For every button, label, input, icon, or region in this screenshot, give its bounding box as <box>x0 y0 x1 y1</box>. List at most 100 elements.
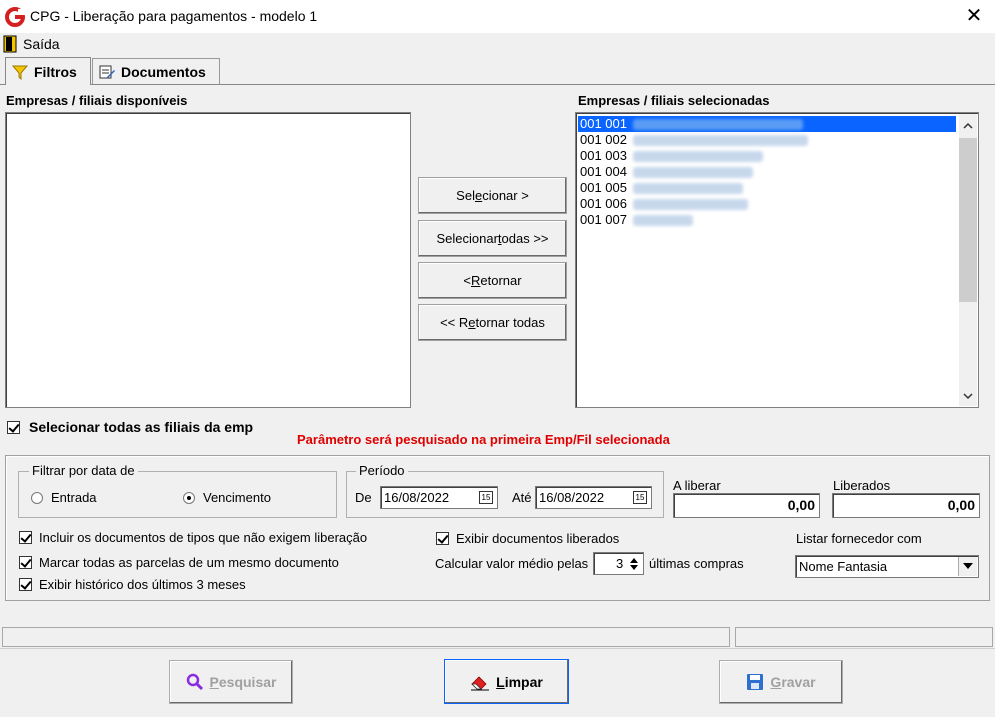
redacted-name <box>633 135 808 147</box>
door-exit-icon <box>3 35 17 53</box>
list-item-code: 001 004 <box>580 164 627 179</box>
spin-arrows-icon[interactable] <box>628 556 640 572</box>
list-item[interactable]: 001 007 <box>578 212 956 228</box>
mark-all-checkbox[interactable]: Marcar todas as parcelas de um mesmo doc… <box>19 555 339 570</box>
chevron-up-icon[interactable] <box>963 122 973 130</box>
calendar-icon[interactable]: 15 <box>479 491 493 504</box>
return-button[interactable]: < Retornar <box>418 262 567 299</box>
chevron-down-icon <box>963 563 973 569</box>
list-item-code: 001 005 <box>580 180 627 195</box>
select-button[interactable]: Sel e cionar > <box>418 177 567 214</box>
include-docs-checkbox[interactable]: Incluir os documentos de tipos que não e… <box>19 530 367 545</box>
selected-list[interactable]: 001 001 001 002 001 003 001 004 001 005 … <box>575 112 979 408</box>
mark-all-label: Marcar todas as parcelas de um mesmo doc… <box>39 555 339 570</box>
save-label-a: G <box>770 674 782 690</box>
return-label-a: < <box>463 273 471 288</box>
show-released-label: Exibir documentos liberados <box>456 531 620 546</box>
calendar-icon[interactable]: 15 <box>633 491 647 504</box>
list-item[interactable]: 001 001 <box>578 116 956 132</box>
select-button-label-b: e <box>474 188 483 203</box>
app-logo-icon <box>5 7 25 27</box>
floppy-disk-icon <box>747 674 764 690</box>
return-all-label-a: << R <box>440 315 469 330</box>
return-all-button[interactable]: << Re tornar todas <box>418 304 567 341</box>
notepad-icon <box>99 65 115 78</box>
window-title: CPG - Liberação para pagamentos - modelo… <box>30 8 318 24</box>
menu-exit-label: Saída <box>23 36 60 52</box>
magnifier-icon <box>186 673 203 691</box>
radio-circle[interactable] <box>31 491 43 504</box>
available-list[interactable] <box>5 112 411 408</box>
redacted-name <box>633 199 748 211</box>
select-button-label-a: Sel <box>456 188 475 203</box>
checkbox-box[interactable] <box>7 420 20 434</box>
redacted-name <box>633 167 753 179</box>
eraser-icon <box>471 675 490 690</box>
select-all-label-c: odas >> <box>501 231 549 246</box>
list-item[interactable]: 001 004 <box>578 164 956 180</box>
dropdown-button[interactable] <box>958 557 977 576</box>
checkbox-box[interactable] <box>19 531 32 544</box>
tab-filtros[interactable]: Filtros <box>5 57 91 85</box>
select-button-label-c: cionar > <box>482 188 529 203</box>
supplier-label: Listar fornecedor com <box>796 531 922 546</box>
close-icon[interactable]: ✕ <box>962 4 986 28</box>
footer-divider <box>0 648 995 649</box>
date-from-value: 16/08/2022 <box>384 490 450 505</box>
show-history-checkbox[interactable]: Exibir histórico dos últimos 3 meses <box>19 577 246 592</box>
period-legend: Período <box>356 463 408 478</box>
date-to-field[interactable]: 16/08/2022 15 <box>535 486 652 509</box>
status-panel-left <box>2 627 730 647</box>
return-all-label-c: tornar todas <box>475 315 545 330</box>
redacted-name <box>633 183 743 195</box>
released-label: Liberados <box>833 478 891 493</box>
show-released-checkbox[interactable]: Exibir documentos liberados <box>436 531 619 546</box>
radio-circle[interactable] <box>183 491 195 504</box>
date-from-field[interactable]: 16/08/2022 15 <box>380 486 498 509</box>
status-panel-right <box>735 627 993 647</box>
search-button[interactable]: Pesquisar <box>169 660 293 704</box>
list-item-code: 001 006 <box>580 196 627 211</box>
return-label-b: R <box>471 273 481 288</box>
list-item[interactable]: 001 006 <box>578 196 956 212</box>
average-pre-label: Calcular valor médio pelas <box>435 556 589 571</box>
filter-date-legend: Filtrar por data de <box>29 463 138 478</box>
tab-filtros-label: Filtros <box>34 63 77 80</box>
list-item-code: 001 001 <box>580 116 627 131</box>
tab-divider <box>0 84 995 85</box>
search-label-b: esquisar <box>218 674 277 690</box>
search-label-a: P <box>209 674 219 690</box>
chevron-down-icon[interactable] <box>963 392 973 400</box>
radio-vencimento[interactable]: Vencimento <box>183 490 271 505</box>
tab-documentos[interactable]: Documentos <box>92 58 220 84</box>
vertical-scrollbar[interactable] <box>959 114 977 406</box>
warning-message: Parâmetro será pesquisado na primeira Em… <box>297 432 670 447</box>
scrollbar-thumb[interactable] <box>959 138 977 302</box>
return-all-label-b: e <box>468 315 476 330</box>
released-value: 0,00 <box>832 493 980 518</box>
average-stepper[interactable]: 3 <box>593 552 644 575</box>
checkbox-box[interactable] <box>19 578 32 591</box>
list-item[interactable]: 001 002 <box>578 132 956 148</box>
supplier-select[interactable]: Nome Fantasia <box>795 555 979 578</box>
clear-button[interactable]: Limpar <box>444 659 569 704</box>
selected-label: Empresas / filiais selecionadas <box>578 93 770 108</box>
period-to-label: Até <box>512 490 532 505</box>
list-item[interactable]: 001 003 <box>578 148 956 164</box>
select-all-branches-label: Selecionar todas as filiais da emp <box>29 419 254 435</box>
date-to-value: 16/08/2022 <box>539 490 605 505</box>
funnel-icon <box>12 65 28 80</box>
list-item[interactable]: 001 005 <box>578 180 956 196</box>
redacted-name <box>633 151 763 163</box>
to-release-value: 0,00 <box>673 493 820 518</box>
checkbox-box[interactable] <box>436 532 449 545</box>
select-all-button[interactable]: Selecionar t odas >> <box>418 220 567 257</box>
show-history-label: Exibir histórico dos últimos 3 meses <box>39 577 246 592</box>
save-button[interactable]: Gravar <box>719 660 843 704</box>
average-value: 3 <box>616 556 624 571</box>
radio-entrada[interactable]: Entrada <box>31 490 97 505</box>
select-all-branches-checkbox[interactable]: Selecionar todas as filiais da emp <box>7 419 253 435</box>
tab-documentos-label: Documentos <box>121 63 206 80</box>
menu-exit[interactable]: Saída <box>3 35 60 53</box>
checkbox-box[interactable] <box>19 556 32 569</box>
